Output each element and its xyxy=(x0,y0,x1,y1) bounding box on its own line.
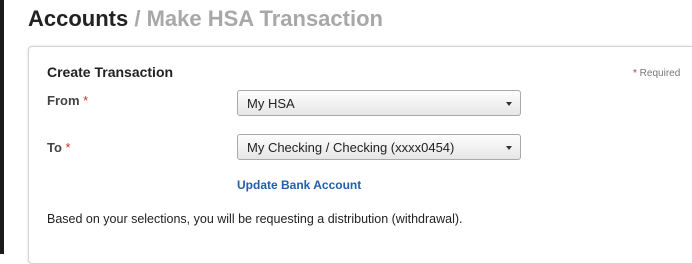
section-title: Create Transaction xyxy=(47,64,174,80)
chevron-down-icon xyxy=(506,146,512,150)
from-label: From * xyxy=(47,93,88,108)
left-edge-rule xyxy=(0,0,4,254)
chevron-down-icon xyxy=(506,102,512,106)
transaction-panel: Create Transaction * Required From * My … xyxy=(28,46,692,264)
page-title: Accounts / Make HSA Transaction xyxy=(28,6,383,32)
to-label: To * xyxy=(47,140,71,155)
update-bank-account-link[interactable]: Update Bank Account xyxy=(237,178,361,192)
from-label-text: From xyxy=(47,93,80,108)
to-required-star: * xyxy=(65,140,71,155)
required-note: * Required xyxy=(633,68,680,79)
distribution-info-text: Based on your selections, you will be re… xyxy=(47,212,463,226)
from-selected-value: My HSA xyxy=(247,96,295,111)
to-account-select[interactable]: My Checking / Checking (xxxx0454) xyxy=(237,134,521,160)
breadcrumb-separator: / xyxy=(128,6,147,31)
to-label-text: To xyxy=(47,140,62,155)
from-account-select[interactable]: My HSA xyxy=(237,90,521,116)
breadcrumb-current: Make HSA Transaction xyxy=(146,6,383,31)
breadcrumb-accounts: Accounts xyxy=(28,6,129,31)
to-selected-value: My Checking / Checking (xxxx0454) xyxy=(247,140,455,155)
from-required-star: * xyxy=(83,93,89,108)
required-text: Required xyxy=(636,68,681,79)
